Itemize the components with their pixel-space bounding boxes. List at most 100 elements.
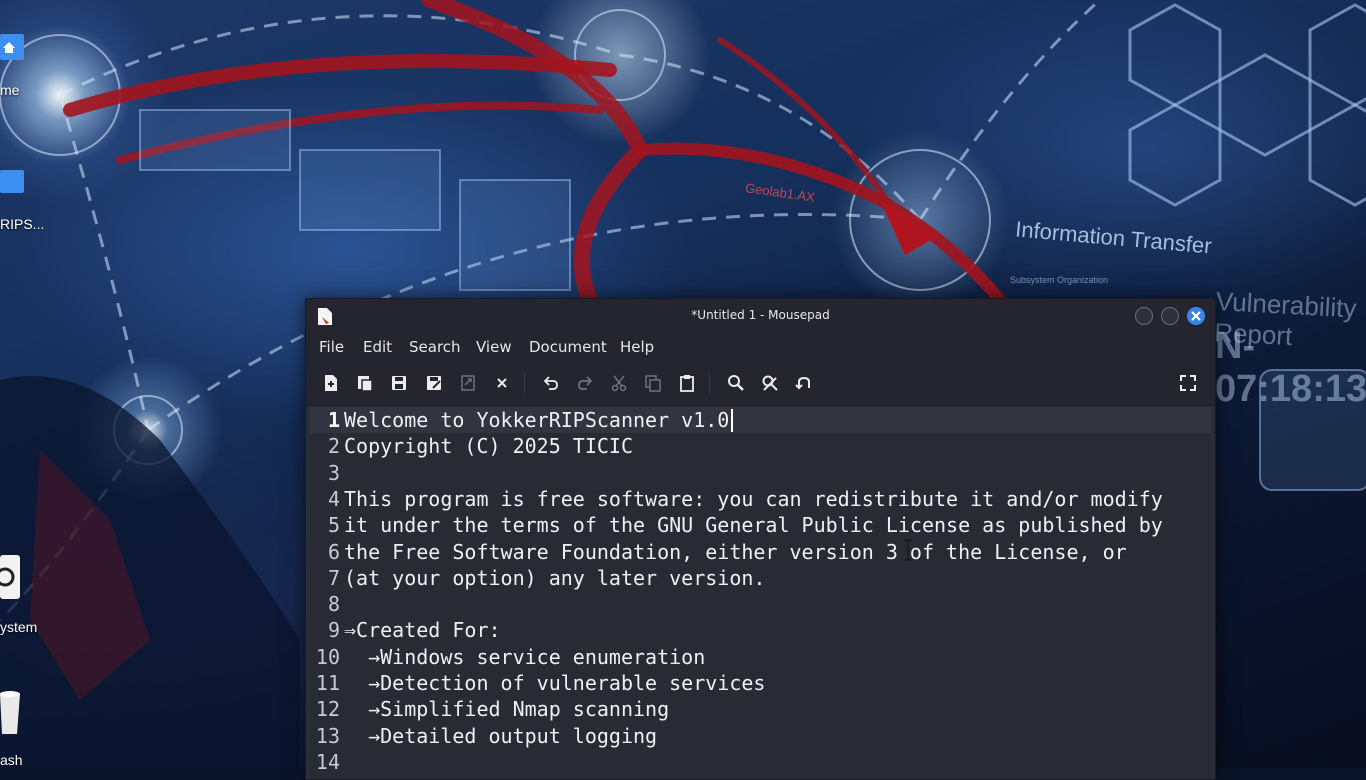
save-icon <box>392 376 406 390</box>
menubar: File Edit Search View Document Help <box>306 333 1215 361</box>
minimize-button[interactable] <box>1135 307 1153 325</box>
desktop-icon-label: RIPS... <box>0 216 45 232</box>
line-text: Copyright (C) 2025 TICIC <box>344 434 633 459</box>
fullscreen-button[interactable] <box>1179 374 1197 392</box>
line-number: 6 <box>327 539 340 564</box>
menu-edit[interactable]: Edit <box>363 338 392 356</box>
line-text: This program is free software: you can r… <box>344 486 1163 511</box>
close-document-button[interactable] <box>493 374 511 392</box>
desktop-icon-trash[interactable]: ash <box>0 690 60 768</box>
line-text: Welcome to YokkerRIPScanner v1.0 <box>344 408 730 432</box>
editor-line[interactable]: 6 the Free Software Foundation, either ve… <box>310 539 1211 565</box>
find-icon <box>728 375 744 391</box>
editor-line[interactable]: 13 →Detailed output logging <box>310 723 1211 749</box>
reload-button[interactable] <box>459 374 477 392</box>
desktop-icon-rips-folder[interactable]: RIPS... <box>0 165 60 240</box>
menu-document[interactable]: Document <box>529 338 607 356</box>
line-text: it under the terms of the GNU General Pu… <box>344 513 1163 538</box>
undo-button[interactable] <box>542 374 560 392</box>
editor-line[interactable]: 3 <box>310 460 1211 486</box>
line-number: 14 <box>315 749 340 774</box>
copy-button[interactable] <box>644 374 662 392</box>
find-button[interactable] <box>727 374 745 392</box>
desktop-icon-file-system[interactable]: ystem <box>0 555 60 640</box>
desktop-icon-home[interactable]: me <box>0 30 60 110</box>
fullscreen-icon <box>1180 375 1196 391</box>
line-number: 2 <box>327 434 340 459</box>
cut-icon <box>611 375 627 392</box>
line-number: 13 <box>315 723 340 748</box>
wallpaper-text-timestamp: N-07:18:13 <box>1215 325 1366 410</box>
new-window-button[interactable] <box>356 374 374 392</box>
paste-button[interactable] <box>678 374 696 392</box>
editor-line[interactable]: 4 This program is free software: you can … <box>310 486 1211 512</box>
menu-view[interactable]: View <box>476 338 512 356</box>
line-text: the Free Software Foundation, either ver… <box>344 539 1127 564</box>
new-window-icon <box>358 376 373 392</box>
editor-line[interactable]: 1 Welcome to YokkerRIPScanner v1.0 <box>310 407 1211 433</box>
menu-help[interactable]: Help <box>620 338 654 356</box>
copy-icon <box>645 375 661 392</box>
toolbar-separator <box>709 373 710 393</box>
line-text: (at your option) any later version. <box>344 565 766 590</box>
redo-icon <box>578 376 593 390</box>
undo-icon <box>543 376 558 390</box>
new-document-button[interactable] <box>322 374 340 392</box>
line-number: 8 <box>327 592 340 617</box>
titlebar[interactable]: *Untitled 1 - Mousepad <box>306 299 1215 333</box>
menu-search[interactable]: Search <box>409 338 461 356</box>
folder-icon <box>0 170 24 193</box>
editor-line[interactable]: 10 →Windows service enumeration <box>310 644 1211 670</box>
redo-button[interactable] <box>576 374 594 392</box>
toolbar <box>306 361 1215 406</box>
editor-line[interactable]: 5 it under the terms of the GNU General P… <box>310 512 1211 538</box>
reload-icon <box>461 375 475 391</box>
text-caret <box>731 409 733 432</box>
save-as-button[interactable] <box>425 374 443 392</box>
line-text: →Simplified Nmap scanning <box>344 697 670 722</box>
line-number: 7 <box>327 565 340 590</box>
line-number: 10 <box>315 644 340 669</box>
editor-line[interactable]: 8 <box>310 591 1211 617</box>
close-icon <box>1191 311 1201 321</box>
line-number: 1 <box>327 408 340 432</box>
menu-file[interactable]: File <box>319 338 344 356</box>
line-number: 11 <box>315 671 340 695</box>
go-to-line-icon <box>795 376 810 390</box>
new-document-icon <box>325 375 337 391</box>
window-title: *Untitled 1 - Mousepad <box>691 308 830 322</box>
save-button[interactable] <box>390 374 408 392</box>
file-system-icon <box>0 555 20 599</box>
go-to-line-button[interactable] <box>795 374 813 392</box>
line-text: →Windows service enumeration <box>344 644 706 669</box>
line-number: 4 <box>327 486 340 511</box>
mousepad-window: *Untitled 1 - Mousepad File Edit Search … <box>305 298 1216 780</box>
toolbar-separator <box>524 373 525 393</box>
close-document-icon <box>497 378 507 388</box>
desktop-icon-label: ystem <box>0 619 38 635</box>
find-replace-icon <box>762 375 778 391</box>
editor-line[interactable]: 7 (at your option) any later version. <box>310 565 1211 591</box>
editor-line[interactable]: 12 →Simplified Nmap scanning <box>310 696 1211 722</box>
close-button[interactable] <box>1187 307 1205 325</box>
line-text: →Detailed output logging <box>344 723 658 748</box>
line-number: 3 <box>327 460 340 485</box>
wallpaper-text-subsystem: Subsystem Organization <box>1010 275 1109 285</box>
maximize-button[interactable] <box>1161 307 1179 325</box>
cut-button[interactable] <box>610 374 628 392</box>
save-as-icon <box>427 376 441 390</box>
line-number: 9 <box>327 618 340 643</box>
editor-line[interactable]: 2 Copyright (C) 2025 TICIC <box>310 433 1211 459</box>
editor-line[interactable]: 9 ⇒Created For: <box>310 617 1211 643</box>
line-text: ⇒Created For: <box>344 618 501 643</box>
desktop-icon-label: me <box>0 82 20 98</box>
ibeam-cursor-icon <box>904 539 912 561</box>
trash-icon <box>0 691 20 734</box>
find-replace-button[interactable] <box>761 374 779 392</box>
editor-line[interactable]: 11 →Detection of vulnerable services <box>310 670 1211 696</box>
text-editor-area[interactable]: 1 Welcome to YokkerRIPScanner v1.0 2 Copyri… <box>310 407 1211 779</box>
line-number: 12 <box>315 697 340 722</box>
desktop-icon-label: ash <box>0 752 23 768</box>
line-text: →Detection of vulnerable services <box>344 671 766 695</box>
editor-line[interactable]: 14 <box>310 749 1211 775</box>
